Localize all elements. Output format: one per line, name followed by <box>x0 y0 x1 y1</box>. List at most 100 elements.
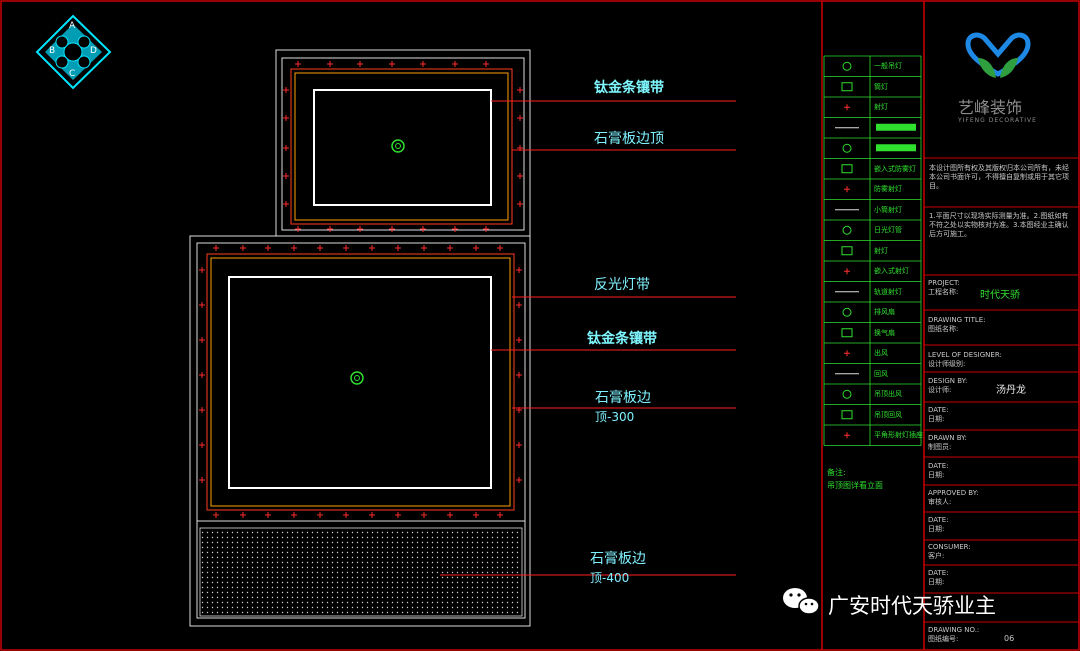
legend-note-title: 备注: <box>827 468 846 477</box>
legend-label: 换气扇 <box>874 328 895 337</box>
spotlight-mark <box>199 337 205 343</box>
legend-label: 回风 <box>874 369 888 378</box>
spotlight-mark <box>389 226 395 232</box>
copyright-notice: 本设计图所有权及其版权归本公司所有，未经本公司书面许可，不得擅自复制或用于其它项… <box>929 164 1069 190</box>
spotlight-mark <box>473 245 479 251</box>
spotlight-mark <box>240 245 246 251</box>
project-label: PROJECT: <box>928 279 960 287</box>
spotlight-mark <box>447 245 453 251</box>
compass-letter-b: B <box>49 46 56 56</box>
spotlight-mark <box>395 512 401 518</box>
project-value: 时代天骄 <box>980 290 1020 301</box>
spotlight-mark <box>516 372 522 378</box>
hatch-zone <box>199 527 523 617</box>
design-by-value: 汤丹龙 <box>996 385 1026 396</box>
spotlight-mark <box>317 245 323 251</box>
level-label: LEVEL OF DESIGNER: <box>928 351 1002 359</box>
spotlight-mark <box>213 512 219 518</box>
design-notes: 1.平面尺寸以现场实际测量为准。2.图纸如有不符之处以实物核对为准。3.本图经业… <box>929 212 1069 238</box>
spotlight-mark <box>517 115 523 121</box>
legend-label: 射灯 <box>874 103 888 112</box>
drawing-canvas <box>0 0 1080 651</box>
legend-label: 射灯 <box>874 246 888 255</box>
brand-logo-icon <box>965 32 1031 78</box>
label-top-titanium: 钛金条镶带 <box>594 80 664 96</box>
spotlight-mark <box>265 245 271 251</box>
bottom-room-spotlights <box>199 245 522 518</box>
legend-symbol-icon <box>842 307 852 317</box>
design-by-label: DESIGN BY: <box>928 377 968 385</box>
legend-symbol-icon <box>844 350 850 357</box>
watermark-text: 广安时代天骄业主 <box>828 594 996 618</box>
legend-symbol-icon <box>841 410 853 420</box>
spotlight-mark <box>283 87 289 93</box>
legend-label: 防雾射灯 <box>874 185 902 194</box>
legend-label: 小筒射灯 <box>874 205 902 214</box>
label-bottom-gypsum-2: 顶-400 <box>590 571 630 585</box>
spotlight-mark <box>516 302 522 308</box>
top-room-lamp-icon <box>391 139 405 153</box>
spotlight-mark <box>283 173 289 179</box>
legend-symbol-icon <box>842 61 852 71</box>
brand-name-en: YIFENG DECORATIVE <box>958 117 1037 124</box>
spotlight-mark <box>452 61 458 67</box>
spotlight-mark <box>420 61 426 67</box>
outer-frame <box>0 0 1080 651</box>
top-room-red-line <box>290 68 513 225</box>
spotlight-mark <box>327 61 333 67</box>
spotlight-mark <box>517 87 523 93</box>
date-label-2: DATE: <box>928 462 949 470</box>
label-top-gypsum: 石膏板边顶 <box>594 131 664 147</box>
spotlight-mark <box>199 442 205 448</box>
compass-letter-d: D <box>90 46 97 56</box>
consumer-label: CONSUMER: <box>928 543 971 551</box>
drawing-no-label-cn: 图纸编号: <box>928 635 959 643</box>
approved-by-label-cn: 审核人: <box>928 498 952 506</box>
spotlight-mark <box>517 173 523 179</box>
date-label-1-cn: 日期: <box>928 415 945 423</box>
spotlight-mark <box>497 512 503 518</box>
spotlight-mark <box>516 442 522 448</box>
top-room-spotlights <box>283 61 523 232</box>
legend-note-text: 吊顶图详看立面 <box>827 481 883 490</box>
spotlight-mark <box>447 512 453 518</box>
spotlight-mark <box>420 226 426 232</box>
legend-symbol-icon <box>841 164 853 174</box>
spotlight-mark <box>483 61 489 67</box>
legend-symbol-icon <box>841 82 853 92</box>
top-room-ceiling-panel <box>313 89 492 206</box>
spotlight-mark <box>389 61 395 67</box>
top-room-orange-line <box>294 72 509 221</box>
date-label-3: DATE: <box>928 516 949 524</box>
spotlight-mark <box>452 226 458 232</box>
spotlight-mark <box>295 61 301 67</box>
legend-color-swatch <box>876 123 916 131</box>
spotlight-mark <box>213 245 219 251</box>
label-mid-titanium: 钛金条镶带 <box>587 331 657 347</box>
legend-label: 一般吊灯 <box>874 62 902 71</box>
compass-letter-c: C <box>69 69 76 79</box>
drawing-no-value: 06 <box>1004 634 1015 643</box>
spotlight-mark <box>497 245 503 251</box>
date-label-1: DATE: <box>928 406 949 414</box>
approved-by-label: APPROVED BY: <box>928 489 979 497</box>
spotlight-mark <box>516 267 522 273</box>
legend-symbol-icon <box>844 186 850 193</box>
legend-symbol-icon <box>841 246 853 256</box>
spotlight-mark <box>283 145 289 151</box>
legend-symbol-icon <box>844 104 850 111</box>
drawing-title-label: DRAWING TITLE: <box>928 316 986 324</box>
spotlight-mark <box>291 245 297 251</box>
spotlight-mark <box>473 512 479 518</box>
legend-label: 筒灯 <box>874 82 888 91</box>
legend-label: 吊顶回风 <box>874 410 902 419</box>
spotlight-mark <box>265 512 271 518</box>
bottom-room-lamp-icon <box>350 371 364 385</box>
label-bottom-gypsum-1: 石膏板边 <box>590 551 646 567</box>
spotlight-mark <box>327 226 333 232</box>
spotlight-mark <box>421 512 427 518</box>
spotlight-mark <box>199 407 205 413</box>
spotlight-mark <box>283 115 289 121</box>
spotlight-mark <box>199 267 205 273</box>
legend-label: 嵌入式射灯 <box>874 267 909 276</box>
